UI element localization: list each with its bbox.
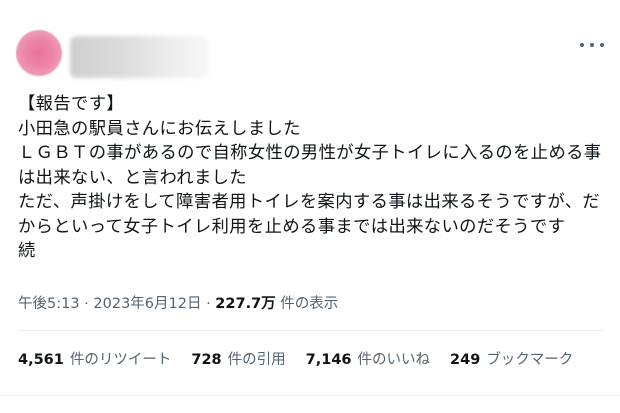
avatar[interactable] bbox=[16, 30, 62, 76]
more-dot bbox=[600, 43, 604, 47]
tweet-line: 小田急の駅員さんにお伝えしました bbox=[18, 118, 301, 139]
tweet-line[interactable]: 続 bbox=[18, 239, 608, 264]
tweet-line: は出来ない、と言われました bbox=[18, 167, 247, 188]
tweet-time[interactable]: 午後5:13 bbox=[18, 296, 80, 312]
more-dot bbox=[590, 43, 594, 47]
quotes-label: 件の引用 bbox=[227, 352, 286, 368]
engagement-stats: 4,561 件のリツイート 728 件の引用 7,146 件のいいね 249 ブ… bbox=[18, 348, 573, 369]
meta-separator: · bbox=[79, 296, 94, 312]
quotes-stat[interactable]: 728 件の引用 bbox=[191, 348, 285, 369]
tweet-card: 【報告です】 小田急の駅員さんにお伝えしました ＬＧＢＴの事があるので自称女性の… bbox=[0, 0, 620, 413]
bookmarks-count: 249 bbox=[450, 352, 481, 368]
tweet-line: ただ、声掛けをして障害者用トイレを案内する事は出来るそうですが、だ bbox=[18, 192, 601, 212]
tweet-line: 【報告です】 bbox=[18, 94, 125, 114]
retweets-stat[interactable]: 4,561 件のリツイート bbox=[18, 348, 171, 369]
meta-separator: · bbox=[201, 296, 216, 312]
views-count: 227.7万 bbox=[215, 296, 276, 312]
likes-label: 件のいいね bbox=[357, 352, 431, 368]
retweets-count: 4,561 bbox=[18, 352, 64, 368]
tweet-meta: 午後5:13 · 2023年6月12日 · 227.7万 件の表示 bbox=[18, 292, 338, 313]
divider bbox=[18, 330, 604, 331]
tweet-line: ＬＧＢＴの事があるので自称女性の男性が女子トイレに入るのを止める事 bbox=[18, 143, 602, 163]
more-dot bbox=[580, 43, 584, 47]
tweet-date[interactable]: 2023年6月12日 bbox=[93, 296, 201, 312]
likes-stat[interactable]: 7,146 件のいいね bbox=[306, 348, 430, 369]
likes-count: 7,146 bbox=[305, 352, 352, 368]
bookmarks-label: ブックマーク bbox=[486, 352, 574, 368]
more-horizontal-icon[interactable] bbox=[580, 36, 604, 54]
views-label: 件の表示 bbox=[280, 296, 339, 312]
bookmarks-stat[interactable]: 249 ブックマーク bbox=[450, 348, 573, 369]
tweet-text: 【報告です】 小田急の駅員さんにお伝えしました ＬＧＢＴの事があるので自称女性の… bbox=[18, 92, 608, 264]
tweet-line: からといって女子トイレ利用を止める事までは出来ないのだそうです bbox=[18, 216, 566, 237]
bottom-divider bbox=[0, 395, 620, 396]
blurred-user-name[interactable] bbox=[70, 36, 208, 78]
quotes-count: 728 bbox=[191, 352, 222, 368]
retweets-label: 件のリツイート bbox=[69, 352, 172, 368]
